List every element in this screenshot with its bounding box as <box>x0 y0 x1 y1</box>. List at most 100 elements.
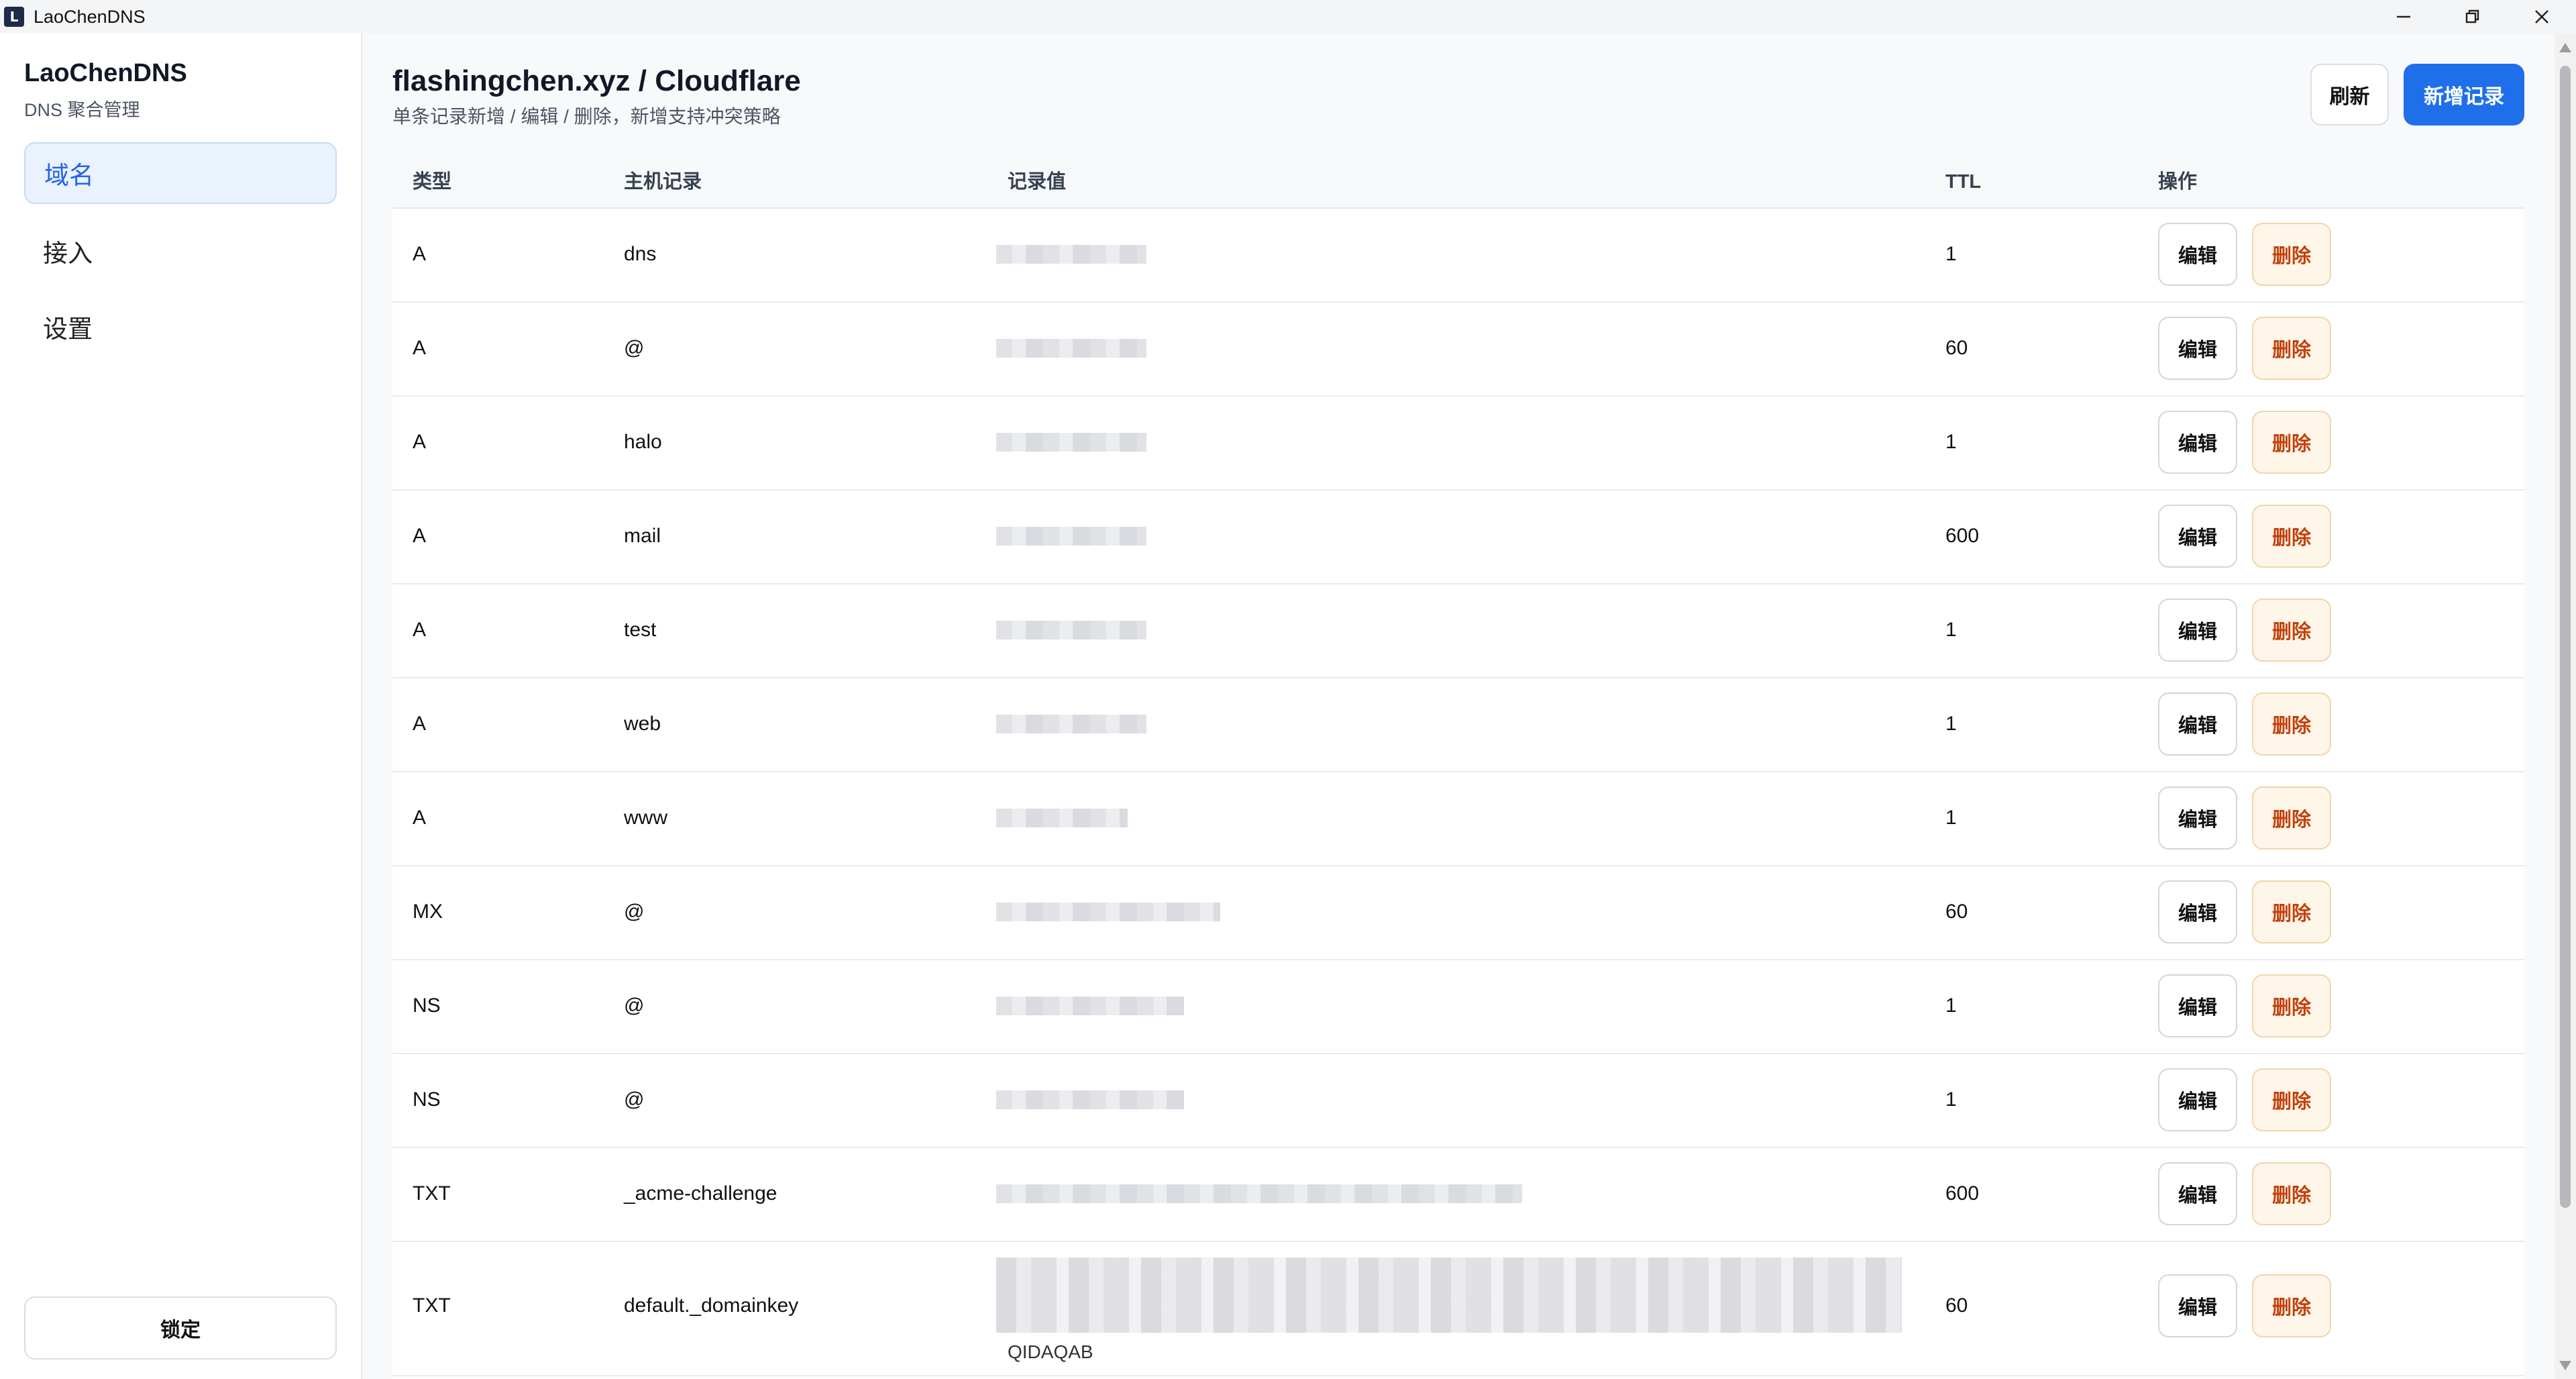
sidebar: LaoChenDNS DNS 聚合管理 域名 接入 设置 锁定 <box>0 34 362 1379</box>
record-ttl: 1 <box>1945 619 1957 641</box>
record-value-redacted <box>996 809 1128 827</box>
delete-button[interactable]: 删除 <box>2252 223 2331 286</box>
edit-button[interactable]: 编辑 <box>2158 599 2237 662</box>
delete-button[interactable]: 删除 <box>2252 599 2331 662</box>
record-type: NS <box>413 1088 441 1111</box>
page-subtitle: 单条记录新增 / 编辑 / 删除，新增支持冲突策略 <box>392 106 781 127</box>
record-value-redacted <box>996 339 1146 358</box>
sidebar-item-access[interactable]: 接入 <box>24 220 337 282</box>
delete-button[interactable]: 删除 <box>2252 411 2331 474</box>
delete-button[interactable]: 删除 <box>2252 1274 2331 1337</box>
record-value-redacted <box>996 1090 1184 1109</box>
table-row: MX @60 编辑 删除 <box>392 865 2524 960</box>
record-type: A <box>413 807 427 829</box>
edit-button[interactable]: 编辑 <box>2158 880 2237 943</box>
restore-icon <box>2465 9 2479 23</box>
record-type: A <box>413 243 427 265</box>
column-header-ttl: TTL <box>1945 171 1982 193</box>
table-row: A @60 编辑 删除 <box>392 301 2524 397</box>
column-header-type: 类型 <box>413 171 452 193</box>
record-type: MX <box>413 901 443 923</box>
record-host: mail <box>624 525 661 547</box>
record-value-redacted <box>996 621 1146 640</box>
column-header-host: 主机记录 <box>624 171 702 193</box>
sidebar-item-domains[interactable]: 域名 <box>24 142 337 204</box>
record-value-redacted <box>996 1258 1902 1333</box>
minimize-button[interactable] <box>2369 0 2438 34</box>
record-host: dns <box>624 243 657 265</box>
edit-button[interactable]: 编辑 <box>2158 1162 2237 1225</box>
table-row: Awww 1 编辑 删除 <box>392 771 2524 866</box>
record-host: default._domainkey <box>624 1294 799 1317</box>
record-ttl: 60 <box>1945 337 1968 359</box>
delete-button[interactable]: 删除 <box>2252 1068 2331 1131</box>
lock-button[interactable]: 锁定 <box>24 1296 337 1360</box>
record-value-redacted <box>996 433 1146 452</box>
edit-button[interactable]: 编辑 <box>2158 974 2237 1037</box>
record-ttl: 1 <box>1945 807 1957 829</box>
refresh-button[interactable]: 刷新 <box>2310 64 2389 125</box>
delete-button[interactable]: 删除 <box>2252 505 2331 568</box>
minimize-icon <box>2396 15 2410 18</box>
record-ttl: 1 <box>1945 243 1957 265</box>
edit-button[interactable]: 编辑 <box>2158 317 2237 380</box>
table-row: Amail 600 编辑 删除 <box>392 489 2524 584</box>
window-controls <box>2369 0 2576 34</box>
edit-button[interactable]: 编辑 <box>2158 505 2237 568</box>
record-value-redacted <box>996 903 1220 921</box>
sidebar-item-settings[interactable]: 设置 <box>24 296 337 358</box>
edit-button[interactable]: 编辑 <box>2158 1274 2237 1337</box>
scroll-down-arrow-icon[interactable] <box>2559 1361 2571 1370</box>
close-button[interactable] <box>2507 0 2576 34</box>
vertical-scrollbar[interactable] <box>2555 34 2576 1379</box>
table-row: Adns 1 编辑 删除 <box>392 207 2524 303</box>
sidebar-item-label: 域名 <box>44 162 94 189</box>
record-value-redacted <box>996 245 1146 264</box>
record-host: web <box>624 713 661 735</box>
record-value-tail: QIDAQAB <box>1008 1341 1093 1362</box>
brand-subtitle: DNS 聚合管理 <box>24 100 140 120</box>
window-title: LaoChenDNS <box>34 6 146 27</box>
record-value-redacted <box>996 997 1184 1015</box>
edit-button[interactable]: 编辑 <box>2158 223 2237 286</box>
add-record-button[interactable]: 新增记录 <box>2404 64 2524 125</box>
record-value-redacted <box>996 527 1146 546</box>
delete-button[interactable]: 删除 <box>2252 317 2331 380</box>
restore-button[interactable] <box>2438 0 2507 34</box>
record-ttl: 1 <box>1945 431 1957 453</box>
edit-button[interactable]: 编辑 <box>2158 1068 2237 1131</box>
record-host: www <box>624 807 667 829</box>
table-row: Ahalo 1 编辑 删除 <box>392 395 2524 491</box>
table-row: TXT _acme-challenge 600 编辑 删除 <box>392 1147 2524 1242</box>
record-host: test <box>624 619 657 641</box>
dns-records-table: 类型 主机记录 记录值 TTL 操作 Adns 1 编辑 删除 A @60 编辑 删除 Ahal… <box>392 157 2524 1379</box>
record-ttl: 600 <box>1945 1182 1980 1205</box>
brand-name: LaoChenDNS <box>24 59 187 87</box>
scroll-up-arrow-icon[interactable] <box>2559 43 2571 52</box>
delete-button[interactable]: 删除 <box>2252 786 2331 850</box>
table-row: TXT default._domainkey QIDAQAB 60 编辑 删除 <box>392 1241 2524 1376</box>
table-row: NS @1 编辑 删除 <box>392 959 2524 1054</box>
title-bar: L LaoChenDNS <box>0 0 2576 34</box>
table-row: Atest 1 编辑 删除 <box>392 583 2524 678</box>
record-host: @ <box>624 337 645 359</box>
record-type: TXT <box>413 1294 451 1317</box>
delete-button[interactable]: 删除 <box>2252 974 2331 1037</box>
delete-button[interactable]: 删除 <box>2252 880 2331 943</box>
column-header-value: 记录值 <box>1008 171 1067 193</box>
app-icon: L <box>4 7 24 27</box>
sidebar-item-label: 设置 <box>43 315 93 343</box>
record-type: A <box>413 619 427 641</box>
record-ttl: 1 <box>1945 1088 1957 1111</box>
record-value-redacted <box>996 1184 1522 1203</box>
edit-button[interactable]: 编辑 <box>2158 693 2237 756</box>
delete-button[interactable]: 删除 <box>2252 1162 2331 1225</box>
record-type: A <box>413 713 427 735</box>
delete-button[interactable]: 删除 <box>2252 693 2331 756</box>
edit-button[interactable]: 编辑 <box>2158 786 2237 850</box>
record-value-redacted <box>996 715 1146 733</box>
column-header-actions: 操作 <box>2158 171 2198 193</box>
edit-button[interactable]: 编辑 <box>2158 411 2237 474</box>
page-title: flashingchen.xyz / Cloudflare <box>392 64 801 97</box>
scrollbar-thumb[interactable] <box>2560 66 2571 1208</box>
